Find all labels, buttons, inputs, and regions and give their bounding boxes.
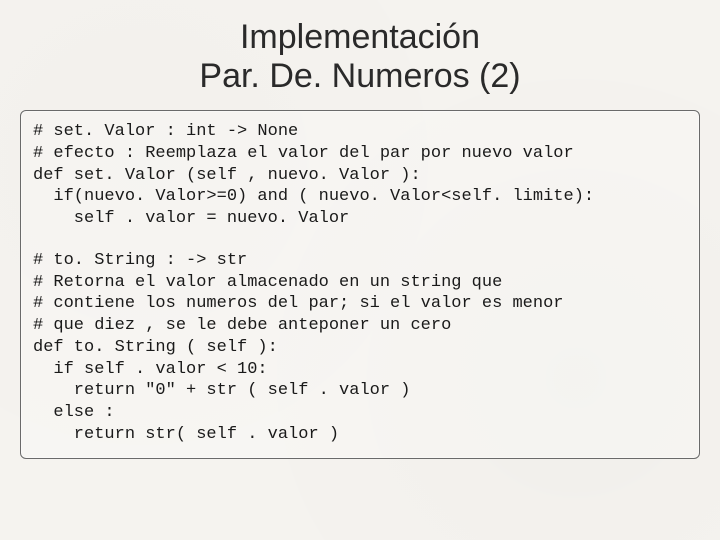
code-card: # set. Valor : int -> None # efecto : Re…	[20, 110, 700, 459]
slide: Implementación Par. De. Numeros (2) # se…	[0, 0, 720, 540]
code-block-tostring: # to. String : -> str # Retorna el valor…	[33, 250, 687, 446]
title-line-2: Par. De. Numeros (2)	[199, 57, 520, 95]
title-line-1: Implementación	[240, 18, 480, 56]
code-block-setvalor: # set. Valor : int -> None # efecto : Re…	[33, 121, 687, 230]
slide-title: Implementación Par. De. Numeros (2)	[20, 18, 700, 96]
